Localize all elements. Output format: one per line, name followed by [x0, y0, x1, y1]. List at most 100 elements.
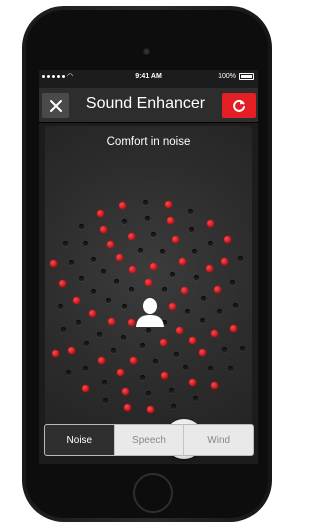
active-sound-dot	[144, 278, 152, 286]
active-sound-dot	[49, 259, 57, 267]
inactive-sound-dot	[145, 391, 151, 397]
inactive-sound-dot	[169, 271, 175, 277]
inactive-sound-dot	[140, 343, 146, 349]
inactive-sound-dot	[240, 346, 246, 352]
inactive-sound-dot	[128, 286, 134, 292]
inactive-sound-dot	[233, 303, 239, 309]
inactive-sound-dot	[183, 364, 189, 370]
inactive-sound-dot	[97, 331, 103, 337]
inactive-sound-dot	[201, 296, 206, 302]
active-sound-dot	[127, 319, 135, 327]
active-sound-dot	[100, 226, 108, 234]
inactive-sound-dot	[150, 231, 156, 237]
active-sound-dot	[211, 329, 219, 337]
inactive-sound-dot	[143, 199, 149, 205]
active-sound-dot	[161, 372, 169, 380]
inactive-sound-dot	[111, 347, 117, 353]
active-sound-dot	[220, 258, 228, 266]
active-sound-dot	[211, 382, 219, 390]
inactive-sound-dot	[217, 308, 223, 314]
active-sound-dot	[68, 346, 76, 354]
active-sound-dot	[159, 339, 167, 347]
inactive-sound-dot	[152, 359, 158, 364]
inactive-sound-dot	[102, 398, 108, 404]
battery-indicator: 100%	[218, 73, 254, 80]
inactive-sound-dot	[173, 351, 179, 357]
inactive-sound-dot	[75, 320, 81, 326]
inactive-sound-dot	[230, 280, 236, 286]
inactive-sound-dot	[140, 375, 146, 381]
active-sound-dot	[181, 287, 189, 295]
inactive-sound-dot	[168, 388, 174, 394]
page-title: Sound Enhancer	[85, 95, 206, 112]
inactive-sound-dot	[62, 240, 68, 246]
inactive-sound-dot	[192, 248, 198, 254]
inactive-sound-dot	[57, 303, 63, 309]
active-sound-dot	[117, 369, 125, 377]
active-sound-dot	[188, 378, 196, 386]
inactive-sound-dot	[189, 227, 195, 233]
active-sound-dot	[129, 265, 137, 273]
nav-bar: Sound Enhancer	[39, 88, 258, 123]
active-sound-dot	[207, 219, 215, 227]
active-sound-dot	[171, 235, 179, 243]
inactive-sound-dot	[121, 303, 127, 309]
active-sound-dot	[205, 264, 213, 272]
status-bar: ◠ 9:41 AM 100%	[39, 70, 258, 84]
active-sound-dot	[116, 254, 124, 262]
active-sound-dot	[168, 302, 176, 310]
camera-icon	[143, 48, 150, 55]
inactive-sound-dot	[60, 326, 66, 332]
inactive-sound-dot	[207, 241, 213, 247]
segment-speech[interactable]: Speech	[115, 425, 185, 455]
active-sound-dot	[119, 201, 126, 209]
active-sound-dot	[97, 357, 105, 365]
active-sound-dot	[122, 387, 130, 395]
active-sound-dot	[214, 285, 222, 293]
active-sound-dot	[107, 317, 115, 325]
active-sound-dot	[81, 385, 89, 393]
active-sound-dot	[146, 406, 154, 414]
segment-noise[interactable]: Noise	[45, 425, 115, 455]
inactive-sound-dot	[91, 289, 97, 295]
battery-icon	[239, 73, 254, 80]
inactive-sound-dot	[207, 365, 213, 371]
mode-segmented-control: Noise Speech Wind	[44, 424, 254, 456]
inactive-sound-dot	[113, 279, 119, 285]
inactive-sound-dot	[238, 256, 244, 262]
inactive-sound-dot	[185, 308, 191, 314]
active-sound-dot	[130, 356, 138, 364]
segment-wind[interactable]: Wind	[184, 425, 253, 455]
sound-visualizer-panel: Comfort in noise	[45, 126, 252, 459]
inactive-sound-dot	[105, 298, 111, 304]
active-sound-dot	[97, 209, 105, 217]
active-sound-dot	[127, 232, 135, 240]
active-sound-dot	[149, 262, 157, 270]
close-icon	[49, 99, 62, 112]
inactive-sound-dot	[221, 347, 227, 353]
active-sound-dot	[123, 404, 131, 412]
inactive-sound-dot	[122, 218, 128, 224]
inactive-sound-dot	[78, 223, 84, 229]
inactive-sound-dot	[145, 327, 151, 333]
inactive-sound-dot	[162, 286, 168, 292]
inactive-sound-dot	[101, 379, 107, 385]
active-sound-dot	[229, 324, 237, 332]
active-sound-dot	[59, 280, 67, 288]
inactive-sound-dot	[84, 341, 90, 347]
battery-percent: 100%	[218, 73, 236, 80]
inactive-sound-dot	[83, 241, 89, 247]
active-sound-dot	[176, 326, 184, 334]
inactive-sound-dot	[188, 208, 194, 214]
home-button[interactable]	[133, 473, 173, 513]
close-button[interactable]	[42, 93, 69, 118]
active-sound-dot	[199, 349, 207, 357]
inactive-sound-dot	[228, 366, 234, 372]
reset-button[interactable]	[222, 93, 256, 118]
active-sound-dot	[88, 309, 96, 317]
active-sound-dot	[224, 235, 232, 243]
active-sound-dot	[51, 349, 59, 357]
inactive-sound-dot	[193, 275, 199, 281]
active-sound-dot	[106, 241, 114, 249]
app-screen: ◠ 9:41 AM 100% Sound Enhancer Comfort in…	[39, 70, 258, 464]
